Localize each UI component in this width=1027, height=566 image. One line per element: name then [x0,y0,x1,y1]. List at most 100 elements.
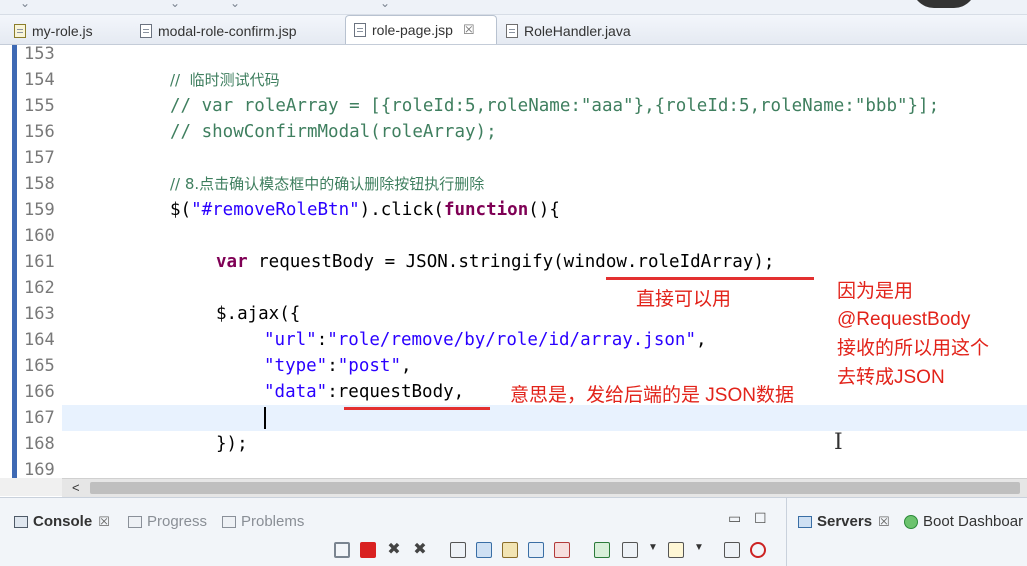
tab-role-handler-java[interactable]: RoleHandler.java [506,17,631,44]
line-number: 160 [24,226,55,246]
tab-label: Servers [817,513,873,530]
code-line: 160 [0,223,1027,249]
tab-progress[interactable]: Progress [128,513,207,530]
line-number: 169 [24,460,55,478]
toolbar-glyph-icon[interactable]: ⌄ [380,0,390,10]
line-number: 156 [24,122,55,142]
red-underline [344,407,490,410]
tab-problems[interactable]: Problems [222,513,304,530]
toolbar-glyph-icon[interactable]: ⌄ [230,0,240,10]
line-number: 159 [24,200,55,220]
code-text: }); [216,434,248,454]
red-underline [606,277,814,280]
tab-my-role-js[interactable]: my-role.js [14,17,93,44]
annotation-note: 直接可以用 [636,289,732,310]
scroll-thumb[interactable] [90,482,1020,494]
code-line: 161 var requestBody = JSON.stringify(wind… [0,249,1027,275]
webcam-overlay [912,0,976,8]
code-editor[interactable]: 153 154 // 临时测试代码 155 // var roleArray = [… [0,45,1027,478]
line-number: 162 [24,278,55,298]
minimize-icon[interactable]: ▭ [728,510,741,527]
code-text: "url":"role/remove/by/role/id/array.json… [264,330,707,350]
chevron-down-icon[interactable]: ▼ [648,542,658,553]
scroll-lock-icon[interactable] [476,542,492,558]
code-line: 159 $("#removeRoleBtn").click(function(){ [0,197,1027,223]
progress-icon [128,515,142,528]
editor-tab-bar: my-role.js modal-role-confirm.jsp role-p… [0,15,1027,45]
annotation-note: 意思是，发给后端的是 JSON数据 [510,385,794,406]
line-number: 153 [24,45,55,64]
code-line: 158 // 8.点击确认模态框中的确认删除按钮执行删除 [0,171,1027,197]
bottom-panel: Console ☒ Progress Problems ▭ ☐ Servers … [0,497,1027,566]
line-number: 155 [24,96,55,116]
js-file-icon [14,23,26,38]
jsp-file-icon [140,23,152,38]
tab-boot-dashboard[interactable]: Boot Dashboar [904,513,1023,530]
code-line: 153 [0,45,1027,67]
tab-label: modal-role-confirm.jsp [158,22,297,39]
code-text: "data":requestBody, [264,382,465,402]
panel-divider [786,498,787,566]
maximize-icon[interactable]: ☐ [754,510,767,527]
tab-servers[interactable]: Servers ☒ [798,513,890,530]
line-number: 163 [24,304,55,324]
close-tab-icon[interactable]: ☒ [878,514,890,530]
clear-console-icon[interactable] [450,542,466,558]
tab-console[interactable]: Console ☒ [14,513,110,530]
spring-icon[interactable] [750,542,766,558]
line-number: 161 [24,252,55,272]
horizontal-scrollbar[interactable]: < [62,478,1027,497]
close-tab-icon[interactable]: ☒ [463,22,475,38]
show-on-stdout-icon[interactable] [528,542,544,558]
line-number: 166 [24,382,55,402]
tab-label: Console [33,513,93,530]
jsp-file-icon [354,23,366,37]
tab-label: role-page.jsp [372,22,453,38]
tab-modal-role-confirm-jsp[interactable]: modal-role-confirm.jsp [140,17,296,44]
terminate-icon[interactable] [360,542,376,558]
code-text: var requestBody = JSON.stringify(window.… [216,252,775,272]
word-wrap-icon[interactable] [502,542,518,558]
code-line: 155 // var roleArray = [{roleId:5,roleNam… [0,93,1027,119]
top-toolbar-strip: ⌄ ⌄ ⌄ ⌄ [0,0,1027,15]
java-file-icon [506,23,518,38]
new-console-icon[interactable] [668,542,684,558]
display-console-icon[interactable] [622,542,638,558]
remove-launch-icon[interactable]: ✖ [386,542,402,558]
tab-label: my-role.js [32,22,93,39]
boot-dashboard-icon [904,514,918,529]
tab-label: Problems [241,513,305,530]
line-number: 165 [24,356,55,376]
problems-icon [222,515,236,528]
code-line: 156 // showConfirmModal(roleArray); [0,119,1027,145]
tab-label: Boot Dashboar [923,513,1024,530]
tab-label: Progress [147,513,208,530]
line-number: 167 [24,408,55,428]
code-text: "type":"post", [264,356,412,376]
code-line: 154 // 临时测试代码 [0,67,1027,93]
close-tab-icon[interactable]: ☒ [98,514,110,530]
toolbar-glyph-icon[interactable]: ⌄ [170,0,180,10]
toolbar-glyph-icon[interactable]: ⌄ [20,0,30,10]
annotation-note: 接收的所以用这个 [837,338,990,359]
chevron-down-icon[interactable]: ▼ [694,542,704,553]
annotation-note: 去转成JSON [837,367,945,388]
servers-icon [798,515,812,528]
show-on-stderr-icon[interactable] [554,542,570,558]
code-comment: // var roleArray = [{roleId:5,roleName:"… [170,96,940,116]
remove-all-icon[interactable]: ✖ [412,542,428,558]
line-number: 168 [24,434,55,454]
tool-icon[interactable] [334,542,350,558]
line-number: 164 [24,330,55,350]
scroll-corner [0,478,62,496]
console-view-icon[interactable] [724,542,740,558]
tab-role-page-jsp[interactable]: role-page.jsp ☒ [345,15,497,44]
console-icon [14,515,28,528]
pin-console-icon[interactable] [594,542,610,558]
scroll-left-icon[interactable]: < [72,479,80,497]
code-line: 157 [0,145,1027,171]
code-comment: // 临时测试代码 [170,71,280,89]
text-cursor [264,407,266,429]
mouse-ibeam-icon: I [834,430,843,455]
tab-label: RoleHandler.java [524,22,631,39]
